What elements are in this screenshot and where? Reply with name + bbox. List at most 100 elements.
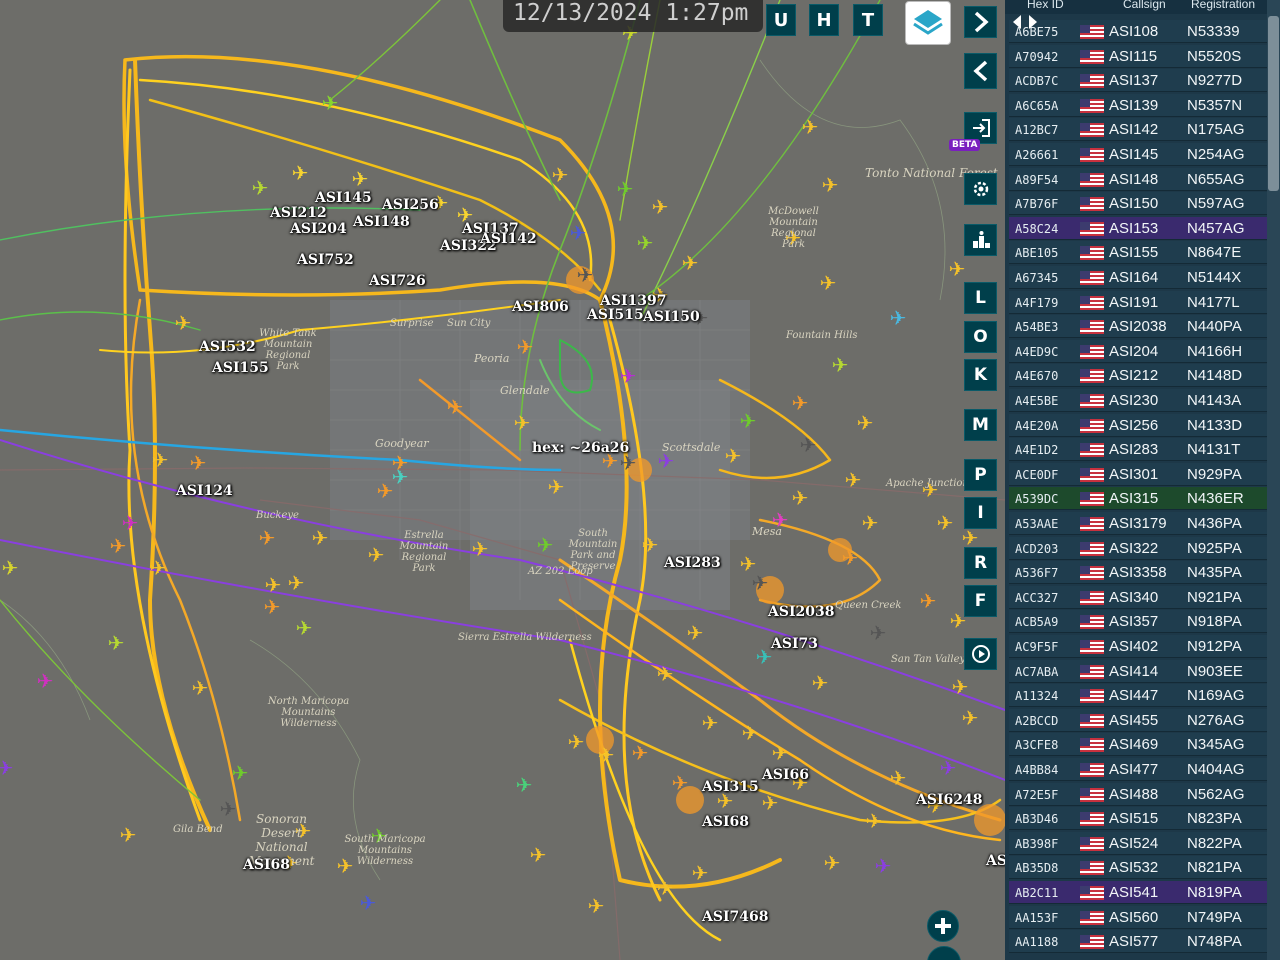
table-row[interactable]: A72E5F ASI488 N562AG [1009, 782, 1270, 806]
table-row[interactable]: A4BB84 ASI477 N404AG [1009, 758, 1270, 781]
table-row[interactable]: A6C65A ASI139 N5357N [1009, 93, 1270, 117]
toggle-l-button[interactable]: L [964, 282, 997, 314]
svg-text:✈: ✈ [0, 756, 13, 780]
collapse-panel-button[interactable] [964, 53, 997, 89]
registration-cell: N169AG [1187, 687, 1245, 705]
aircraft-label[interactable]: ASI204 [290, 221, 347, 237]
svg-text:✈: ✈ [740, 409, 757, 433]
aircraft-label[interactable]: ASI726 [369, 273, 426, 289]
aircraft-label[interactable]: ASI66 [762, 767, 809, 783]
table-row[interactable]: AB3D46 ASI515 N823PA [1009, 807, 1270, 831]
table-row[interactable]: AC7ABA ASI414 N903EE [1009, 659, 1270, 683]
panel-resize-handle[interactable] [1010, 10, 1040, 34]
table-row[interactable]: A58C24 ASI153 N457AG [1009, 216, 1270, 240]
aircraft-label[interactable]: ASI532 [199, 339, 256, 355]
aircraft-label[interactable]: ASI752 [297, 252, 354, 268]
table-row[interactable]: A70942 ASI115 N5520S [1009, 44, 1270, 68]
aircraft-label[interactable]: ASI256 [382, 197, 439, 213]
aircraft-label[interactable]: AS [986, 853, 1005, 869]
column-header-callsign[interactable]: Callsign [1123, 0, 1166, 11]
table-row[interactable]: A4F179 ASI191 N4177L [1009, 290, 1270, 314]
table-row[interactable]: A4E1D2 ASI283 N4131T [1009, 438, 1270, 462]
table-row[interactable]: A3CFE8 ASI469 N345AG [1009, 733, 1270, 757]
table-row[interactable]: A4E670 ASI212 N4148D [1009, 364, 1270, 388]
settings-button[interactable] [964, 173, 997, 205]
svg-text:✈: ✈ [190, 451, 207, 475]
table-row[interactable]: AB35D8 ASI532 N821PA [1009, 856, 1270, 880]
aircraft-label[interactable]: ASI68 [702, 814, 749, 830]
hex-id-cell: A4F179 [1015, 295, 1059, 310]
table-row[interactable]: ACD203 ASI322 N925PA [1009, 536, 1270, 560]
expand-panel-button[interactable] [964, 6, 997, 38]
aircraft-label[interactable]: hex: ~26a26 [532, 440, 629, 456]
table-row[interactable]: A26661 ASI145 N254AG [1009, 143, 1270, 166]
table-row[interactable]: A89F54 ASI148 N655AG [1009, 167, 1270, 191]
map-view[interactable]: ✈ ✈ ✈ ✈ ✈ ✈ ✈ ✈ ✈ ✈ ✈ ✈ ✈ ✈ ✈ ✈ ✈ ✈ ✈ ✈ ✈ ✈ ✈ ✈ ✈ ✈ ✈… [0, 0, 1005, 960]
us-flag-icon [1080, 910, 1104, 925]
toggle-m-button[interactable]: M [964, 409, 997, 441]
hex-id-cell: A67345 [1015, 271, 1059, 285]
aircraft-label[interactable]: ASI155 [212, 360, 269, 376]
table-row[interactable]: ACDB7C ASI137 N9277D [1009, 69, 1270, 93]
toggle-u-button[interactable]: U [766, 4, 796, 36]
table-row[interactable]: AA153F ASI560 N749PA [1009, 905, 1270, 929]
table-row[interactable]: A536F7 ASI3358 N435PA [1009, 561, 1270, 585]
table-row[interactable]: A67345 ASI164 N5144X [1009, 266, 1270, 289]
table-row[interactable]: ACB5A9 ASI357 N918PA [1009, 610, 1270, 634]
table-row[interactable]: A11324 ASI447 N169AG [1009, 684, 1270, 708]
toggle-h-button[interactable]: H [809, 4, 839, 36]
aircraft-label[interactable]: ASI6248 [916, 792, 983, 808]
aircraft-label[interactable]: ASI212 [270, 205, 327, 221]
table-row[interactable]: ACC327 ASI340 N921PA [1009, 585, 1270, 609]
aircraft-label[interactable]: ASI150 [643, 309, 700, 325]
table-row[interactable]: A12BC7 ASI142 N175AG [1009, 118, 1270, 142]
column-header-registration[interactable]: Registration [1191, 0, 1255, 11]
table-row[interactable]: A7B76F ASI150 N597AG [1009, 192, 1270, 216]
map-canvas[interactable]: ✈ ✈ ✈ ✈ ✈ ✈ ✈ ✈ ✈ ✈ ✈ ✈ ✈ ✈ ✈ ✈ ✈ ✈ ✈ ✈ ✈ ✈ ✈ ✈ ✈ ✈ ✈… [0, 0, 1005, 960]
table-row[interactable]: AB2C11 ASI541 N819PA [1009, 881, 1270, 904]
toggle-p-button[interactable]: P [964, 459, 997, 491]
aircraft-label[interactable]: ASI142 [480, 231, 537, 247]
table-row[interactable]: A2BCCD ASI455 N276AG [1009, 708, 1270, 732]
layers-button[interactable] [905, 1, 951, 45]
table-row[interactable]: A53AAE ASI3179 N436PA [1009, 512, 1270, 535]
statistics-button[interactable] [964, 224, 997, 256]
toggle-k-button[interactable]: K [964, 359, 997, 391]
table-row[interactable]: AA1188 ASI577 N748PA [1009, 930, 1270, 954]
hex-id-cell: A2BCCD [1015, 713, 1059, 728]
aircraft-label[interactable]: ASI283 [664, 555, 721, 571]
table-row[interactable]: A4E20A ASI256 N4133D [1009, 413, 1270, 437]
callsign-cell: ASI357 [1109, 613, 1159, 631]
table-row[interactable]: ACE0DF ASI301 N929PA [1009, 462, 1270, 486]
table-row[interactable]: AC9F5F ASI402 N912PA [1009, 635, 1270, 658]
table-row[interactable]: A4E5BE ASI230 N4143A [1009, 389, 1270, 412]
toggle-i-button[interactable]: I [964, 497, 997, 529]
us-flag-icon [1080, 861, 1104, 876]
table-row[interactable]: A539DC ASI315 N436ER [1009, 487, 1270, 511]
aircraft-label[interactable]: ASI7468 [702, 909, 769, 925]
scrollbar-thumb[interactable] [1268, 16, 1279, 191]
hex-id-cell: AA153F [1015, 910, 1059, 925]
replay-button[interactable] [964, 638, 997, 670]
aircraft-label[interactable]: ASI806 [512, 299, 569, 315]
table-row[interactable]: A6BE75 ASI108 N53339 [1009, 20, 1270, 43]
aircraft-label[interactable]: ASI73 [771, 636, 818, 652]
aircraft-label[interactable]: ASI315 [702, 779, 759, 795]
toggle-t-button[interactable]: T [853, 4, 883, 36]
aircraft-label[interactable]: ASI2038 [768, 604, 835, 620]
table-row[interactable]: A54BE3 ASI2038 N440PA [1009, 315, 1270, 339]
toggle-o-button[interactable]: O [964, 321, 997, 353]
aircraft-label[interactable]: ASI124 [176, 483, 233, 499]
registration-cell: N435PA [1187, 564, 1242, 582]
aircraft-label[interactable]: ASI148 [353, 214, 410, 230]
table-row[interactable]: ABE105 ASI155 N8647E [1009, 241, 1270, 265]
toggle-r-button[interactable]: R [964, 547, 997, 579]
aircraft-label[interactable]: ASI145 [315, 190, 372, 206]
toggle-f-button[interactable]: F [964, 585, 997, 617]
zoom-in-button[interactable] [927, 910, 959, 942]
table-row[interactable]: AB398F ASI524 N822PA [1009, 831, 1270, 855]
callsign-cell: ASI230 [1109, 392, 1159, 409]
aircraft-label[interactable]: ASI515 [587, 307, 644, 323]
aircraft-label[interactable]: ASI68 [243, 857, 290, 873]
table-row[interactable]: A4ED9C ASI204 N4166H [1009, 339, 1270, 363]
